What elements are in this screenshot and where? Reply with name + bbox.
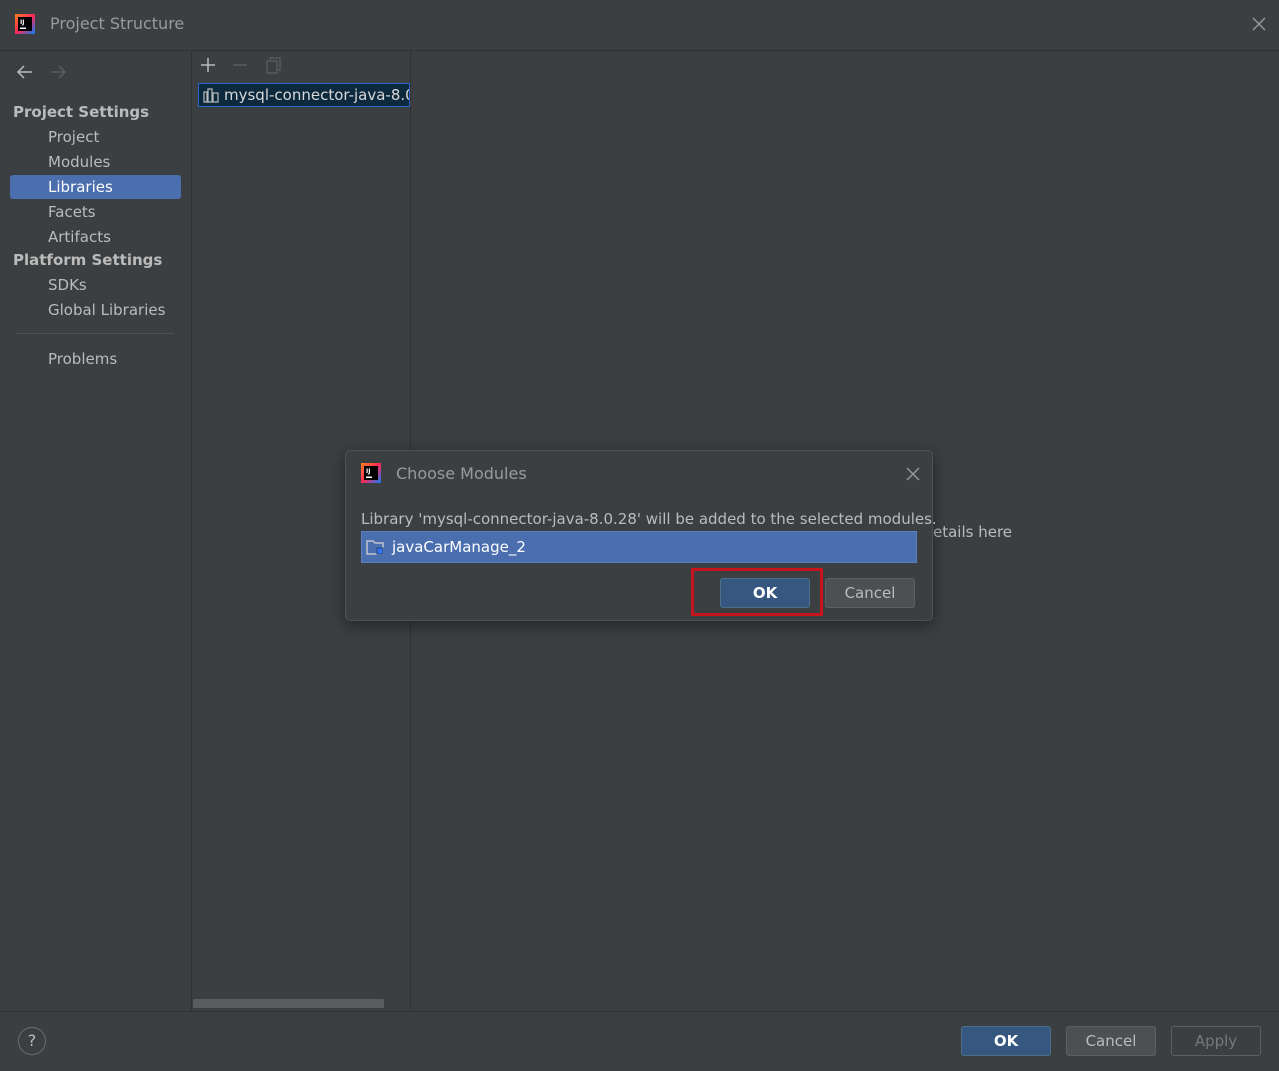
- highlight-annotation-box: [691, 568, 823, 616]
- library-item-label: mysql-connector-java-8.0: [224, 86, 410, 104]
- sidebar-item-project[interactable]: Project: [10, 125, 181, 149]
- section-header-platform-settings: Platform Settings: [13, 251, 163, 269]
- section-header-project-settings: Project Settings: [13, 103, 150, 121]
- copy-icon[interactable]: [265, 56, 283, 74]
- module-folder-icon: [366, 540, 384, 555]
- minus-icon[interactable]: [231, 56, 249, 74]
- horizontal-scrollbar[interactable]: [193, 999, 384, 1008]
- sidebar-item-libraries[interactable]: Libraries: [10, 175, 181, 199]
- ok-button[interactable]: OK: [961, 1026, 1051, 1056]
- intellij-logo-icon: IJ: [15, 14, 35, 34]
- apply-button[interactable]: Apply: [1171, 1026, 1261, 1056]
- details-hint-text: etails here: [933, 523, 1013, 541]
- svg-text:IJ: IJ: [20, 19, 24, 26]
- plus-icon[interactable]: [199, 56, 217, 74]
- module-list-item[interactable]: javaCarManage_2: [361, 531, 917, 563]
- library-list-item[interactable]: mysql-connector-java-8.0: [198, 83, 410, 107]
- sidebar-item-modules[interactable]: Modules: [10, 150, 181, 174]
- help-button[interactable]: ?: [18, 1027, 46, 1055]
- svg-text:IJ: IJ: [366, 468, 370, 475]
- library-icon: [203, 88, 219, 103]
- dialog-title: Choose Modules: [396, 464, 527, 483]
- title-bar: [0, 0, 1279, 51]
- cancel-button[interactable]: Cancel: [1066, 1026, 1156, 1056]
- sidebar-item-global-libraries[interactable]: Global Libraries: [10, 298, 181, 322]
- close-icon[interactable]: [905, 466, 921, 482]
- intellij-logo-icon: IJ: [361, 463, 381, 483]
- module-label: javaCarManage_2: [392, 538, 526, 556]
- arrow-left-icon[interactable]: [15, 62, 35, 82]
- dialog-message: Library 'mysql-connector-java-8.0.28' wi…: [361, 510, 937, 528]
- close-icon[interactable]: [1250, 15, 1268, 33]
- sidebar-item-facets[interactable]: Facets: [10, 200, 181, 224]
- sidebar-item-sdks[interactable]: SDKs: [10, 273, 181, 297]
- sidebar-separator: [16, 333, 174, 334]
- window-title: Project Structure: [50, 14, 185, 33]
- dialog-cancel-button[interactable]: Cancel: [825, 578, 915, 608]
- sidebar-item-artifacts[interactable]: Artifacts: [10, 225, 181, 249]
- sidebar-item-problems[interactable]: Problems: [10, 347, 181, 371]
- arrow-right-icon[interactable]: [48, 62, 68, 82]
